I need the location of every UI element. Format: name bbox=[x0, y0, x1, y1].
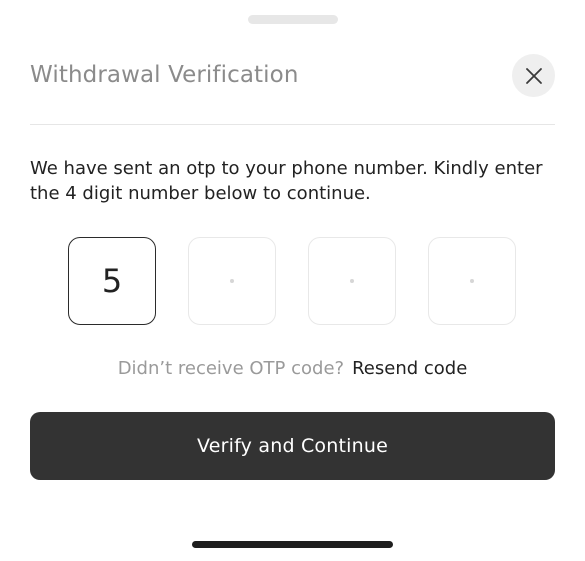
resend-row: Didn’t receive OTP code? Resend code bbox=[0, 356, 585, 382]
resend-code-link[interactable]: Resend code bbox=[352, 358, 467, 379]
otp-digit-4[interactable] bbox=[428, 237, 516, 325]
otp-digit-2-placeholder bbox=[230, 279, 234, 283]
sheet-grab-handle[interactable] bbox=[248, 15, 338, 24]
sheet-title: Withdrawal Verification bbox=[30, 62, 299, 88]
otp-digit-3[interactable] bbox=[308, 237, 396, 325]
otp-digit-2[interactable] bbox=[188, 237, 276, 325]
otp-digit-1-value: 5 bbox=[101, 262, 123, 300]
otp-digit-1[interactable]: 5 bbox=[68, 237, 156, 325]
close-button[interactable] bbox=[512, 54, 555, 97]
verify-and-continue-button[interactable]: Verify and Continue bbox=[30, 412, 555, 480]
header-divider bbox=[30, 124, 555, 125]
otp-instructions: We have sent an otp to your phone number… bbox=[30, 158, 543, 204]
resend-prompt: Didn’t receive OTP code? bbox=[117, 358, 345, 379]
otp-digit-4-placeholder bbox=[470, 279, 474, 283]
close-icon bbox=[525, 67, 542, 84]
home-indicator bbox=[192, 541, 393, 548]
withdrawal-verification-sheet: Withdrawal Verification We have sent an … bbox=[0, 0, 585, 561]
otp-digit-3-placeholder bbox=[350, 279, 354, 283]
